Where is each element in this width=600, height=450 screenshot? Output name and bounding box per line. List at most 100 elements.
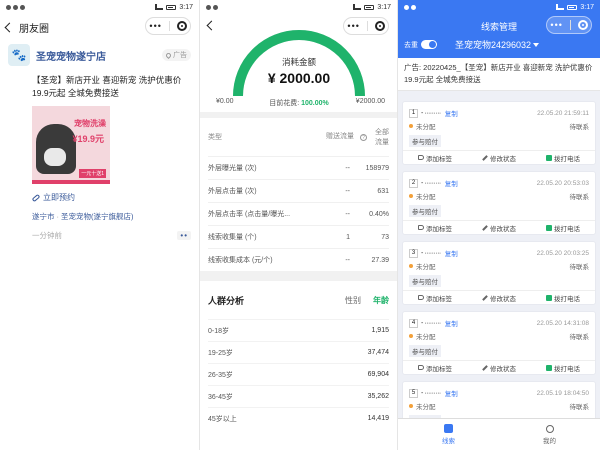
ad-image-stripe [32,180,110,184]
back-icon[interactable] [4,22,15,32]
post-time: 一分钟前 [32,231,62,240]
list-item: 36-45岁 35,262 [208,385,389,407]
lead-time: 22.05.20 21:59:11 [537,109,589,117]
status-bar: 3:17 [0,0,199,14]
edit-icon [482,224,488,231]
book-now-link[interactable]: 立即预约 [0,184,199,203]
account-selector[interactable]: 圣宠宠物24296032 [455,38,540,51]
more-button[interactable]: •• [177,231,191,240]
status-dot-icon [409,334,413,338]
call-button[interactable]: 拨打电话 [531,291,595,304]
header-controls: 去重 圣宠宠物24296032 [398,38,600,51]
tag-icon [418,225,424,230]
chevron-down-icon [533,42,540,47]
spend-value: ¥ 2000.00 [267,70,331,86]
edit-status-button[interactable]: 修改状态 [467,291,531,304]
lead-card[interactable]: 3- ········· 复制 22.05.20 20:03:25 未分配 待联系 参与赔… [402,241,596,305]
dedupe-label: 去重 [404,41,418,49]
copy-button[interactable]: 复制 [445,388,458,398]
edit-status-button[interactable]: 修改状态 [467,361,531,374]
lead-tag: 参与赔付 [409,345,441,357]
lead-management-screen: 3:17 ••• 线索管理 去重 圣宠宠物24296032 广告: 202204… [398,0,600,450]
lead-status: 未分配 [416,334,436,341]
user-icon [545,424,554,433]
contact-status: 待联系 [569,194,590,201]
miniprogram-capsule[interactable]: ••• [145,17,191,35]
help-icon[interactable]: ? [360,133,367,141]
copy-button[interactable]: 复制 [445,318,458,328]
age-value: 35,262 [367,393,389,400]
lead-tag: 参与赔付 [409,205,441,217]
audience-header: 人群分析 性别 年龄 [208,281,389,319]
list-item: 19-25岁 37,474 [208,341,389,363]
edit-icon [482,294,488,301]
tag-icon [418,155,424,160]
audience-analysis: 人群分析 性别 年龄 0-18岁 1,915 19-25岁 37,474 26-35岁 6… [200,281,397,450]
post-footer: 一分钟前 •• [0,222,199,241]
add-tag-button[interactable]: 添加标签 [403,221,467,234]
city-label: 遂宁市 [32,212,55,221]
close-target-icon[interactable] [176,21,187,31]
copy-button[interactable]: 复制 [445,108,458,118]
add-tag-button[interactable]: 添加标签 [403,291,467,304]
ad-label[interactable]: 广告 [162,49,191,61]
lead-phone: - ········· [421,179,441,187]
lead-phone: - ········· [421,109,441,117]
lead-card[interactable]: 1- ········· 复制 22.05.20 21:59:11 未分配 待联系 参与赔… [402,101,596,165]
lead-card[interactable]: 2- ········· 复制 22.05.20 20:53:03 未分配 待联系 参与赔… [402,171,596,235]
ad-image[interactable]: 宠物洗澡 ¥19.9元 一元十送1 [32,106,110,184]
lead-time: 22.05.20 20:03:25 [536,249,589,257]
dog-image [36,124,76,174]
more-icon[interactable]: ••• [149,22,161,31]
moments-screen: 3:17 ••• 朋友圈 🐾 圣宠宠物遂宁店 广告 【圣宠】新店开业 喜迎新宠 … [0,0,200,450]
tag-icon [418,365,424,370]
lead-number: 2 [409,178,418,188]
contact-status: 待联系 [569,124,590,131]
row-paid: -- [345,164,350,172]
lead-number: 1 [409,108,418,118]
tab-bar: 线索 我的 [398,418,600,450]
lead-tag: 参与赔付 [409,275,441,287]
edit-status-button[interactable]: 修改状态 [467,151,531,164]
age-value: 1,915 [371,327,389,334]
lead-number: 5 [409,388,418,398]
location-sep: · [56,212,60,221]
col-total: 全部流量 [375,129,389,146]
header: 3:17 ••• 线索管理 去重 圣宠宠物24296032 [398,0,600,58]
link-icon [31,193,41,202]
row-paid: -- [345,210,350,218]
copy-button[interactable]: 复制 [445,178,458,188]
tab-age[interactable]: 年龄 [373,295,389,306]
tab-gender[interactable]: 性别 [345,295,361,306]
add-tag-button[interactable]: 添加标签 [403,361,467,374]
ad-image-badge: 一元十送1 [79,169,106,178]
location-link[interactable]: 遂宁市 · 圣宠宠物(遂宁旗舰店) [0,203,199,222]
ad-image-title: 宠物洗澡 [74,119,106,128]
row-label: 外层点击量 (次) [208,188,257,195]
book-now-label: 立即预约 [43,193,75,202]
dedupe-toggle[interactable] [421,40,437,49]
ad-stats-screen: 3:17 ••• 消耗金额 ¥ 2000.00 ¥0.00 目前花费: 100.… [200,0,398,450]
store-name[interactable]: 圣宠宠物遂宁店 [36,48,162,63]
edit-status-button[interactable]: 修改状态 [467,221,531,234]
phone-icon [546,154,552,161]
call-button[interactable]: 拨打电话 [531,151,595,164]
row-total: 27.39 [371,256,389,264]
call-button[interactable]: 拨打电话 [531,361,595,374]
list-item: 45岁以上 14,419 [208,407,389,429]
call-button[interactable]: 拨打电话 [531,221,595,234]
avatar[interactable]: 🐾 [8,44,30,66]
tab-mine[interactable]: 我的 [499,419,600,450]
add-tag-button[interactable]: 添加标签 [403,151,467,164]
stats-header: 类型 赠送流量 ? 全部流量 [208,118,389,156]
age-label: 45岁以上 [208,415,237,423]
contact-status: 待联系 [569,264,590,271]
ad-filter[interactable]: 广告: 20220425_【圣宠】新店开业 喜迎新宠 洗护优惠价19.9元起 全… [398,58,600,91]
lead-card[interactable]: 4- ········· 复制 22.05.20 14:31:08 未分配 待联系 参与赔… [402,311,596,375]
row-paid: -- [345,256,350,264]
tag-icon [418,295,424,300]
tab-leads[interactable]: 线索 [398,419,499,450]
copy-button[interactable]: 复制 [445,248,458,258]
table-row: 外层曝光量 (次) -- 158979 [208,156,389,179]
age-label: 0-18岁 [208,327,230,335]
